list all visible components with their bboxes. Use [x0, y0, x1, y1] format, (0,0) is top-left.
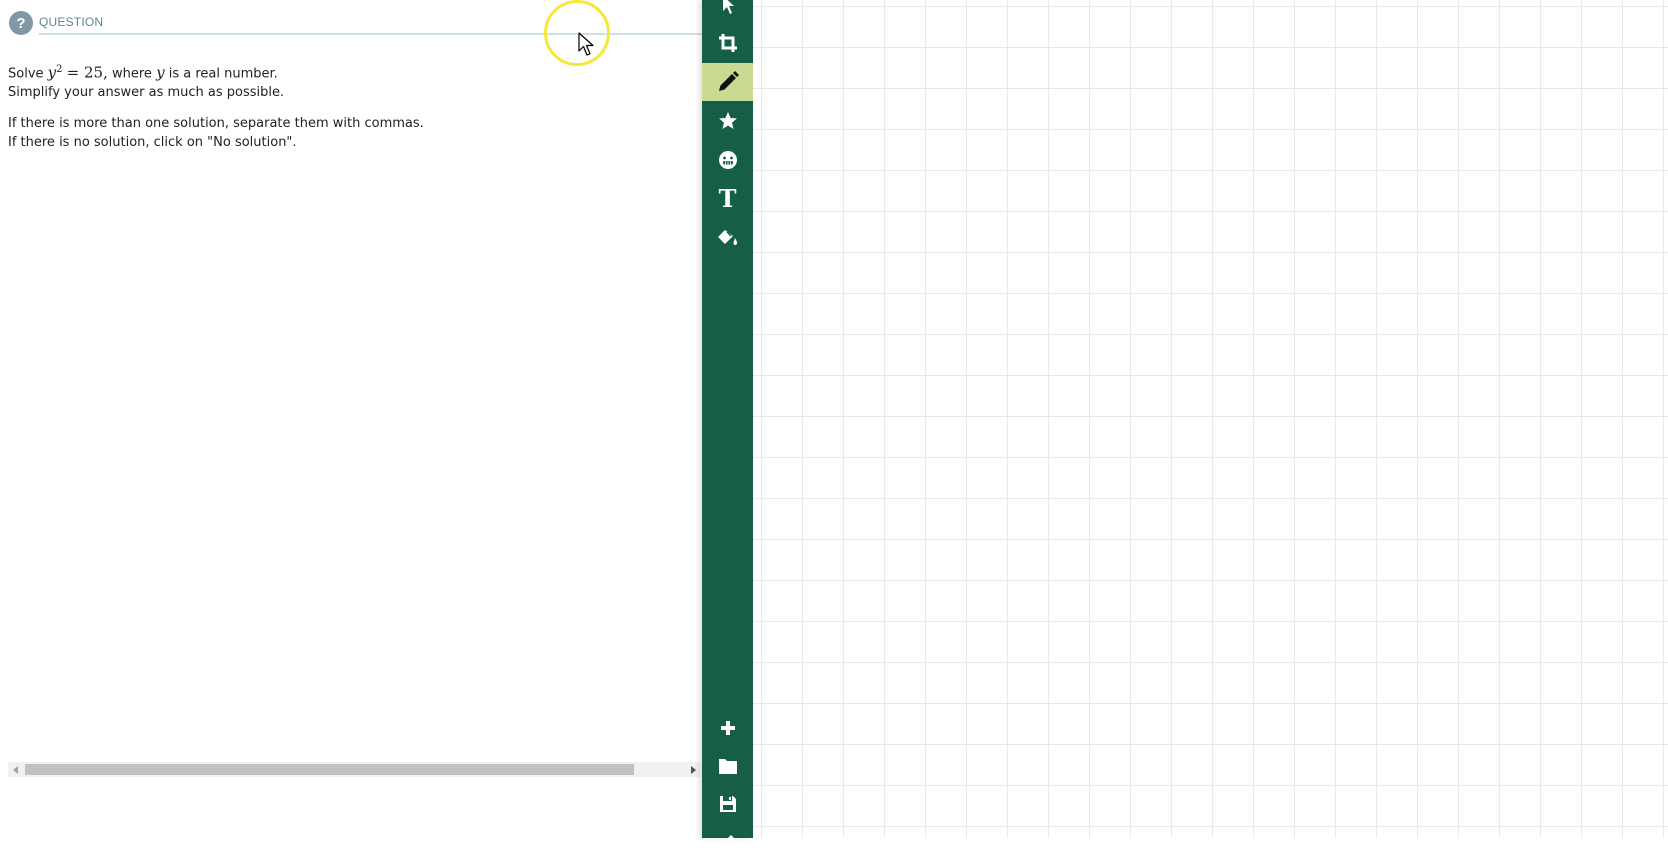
question-line-3: If there is more than one solution, sepa… — [8, 116, 424, 132]
folder-icon — [718, 759, 737, 774]
scroll-right-icon[interactable] — [691, 766, 696, 774]
open-tool[interactable] — [702, 747, 753, 785]
scroll-left-icon[interactable] — [13, 766, 18, 774]
scrollbar-thumb[interactable] — [25, 764, 634, 775]
cursor-highlight — [544, 0, 610, 66]
star-icon — [718, 112, 737, 129]
horizontal-scrollbar[interactable] — [8, 762, 700, 777]
pencil-icon — [718, 71, 739, 91]
drawing-toolbar: T — [702, 0, 753, 847]
real-number-label: is a real number. — [168, 66, 278, 82]
question-line-2: Simplify your answer as much as possible… — [8, 85, 285, 101]
fill-tool[interactable] — [702, 220, 753, 258]
crop-tool[interactable] — [702, 24, 753, 62]
star-tool[interactable] — [702, 102, 753, 140]
text-tool[interactable]: T — [702, 180, 753, 218]
pencil-small-icon — [721, 835, 734, 847]
math-variable: y — [47, 63, 57, 82]
more-tool[interactable] — [702, 822, 753, 860]
paint-bucket-icon — [717, 230, 737, 245]
save-tool[interactable] — [702, 785, 753, 823]
math-equals: = 25, — [66, 63, 108, 82]
pencil-tool[interactable] — [702, 63, 753, 101]
save-icon — [719, 796, 736, 812]
add-page-tool[interactable] — [702, 709, 753, 747]
where-label: where — [112, 66, 152, 82]
math-variable-2: y — [156, 63, 165, 82]
math-exponent: 2 — [56, 64, 63, 75]
question-line-1: Solve y2 = 25, where y is a real number. — [8, 60, 424, 83]
select-pointer-icon — [722, 0, 734, 14]
question-help-icon[interactable]: ? — [9, 11, 33, 35]
question-line-4: If there is no solution, click on "No so… — [8, 135, 297, 151]
mouse-cursor-icon — [578, 32, 594, 56]
emoji-icon — [718, 151, 737, 169]
select-tool[interactable] — [702, 0, 753, 24]
emoji-tool[interactable] — [702, 141, 753, 179]
solve-label: Solve — [8, 66, 44, 82]
plus-icon — [720, 721, 735, 735]
text-icon: T — [718, 184, 737, 213]
question-pane: ? QUESTION Solve y2 = 25, where y is a r… — [0, 0, 702, 838]
drawing-canvas[interactable] — [753, 0, 1668, 838]
question-text: Solve y2 = 25, where y is a real number.… — [8, 60, 424, 152]
crop-icon — [718, 34, 737, 52]
question-header-label: QUESTION — [39, 15, 104, 29]
